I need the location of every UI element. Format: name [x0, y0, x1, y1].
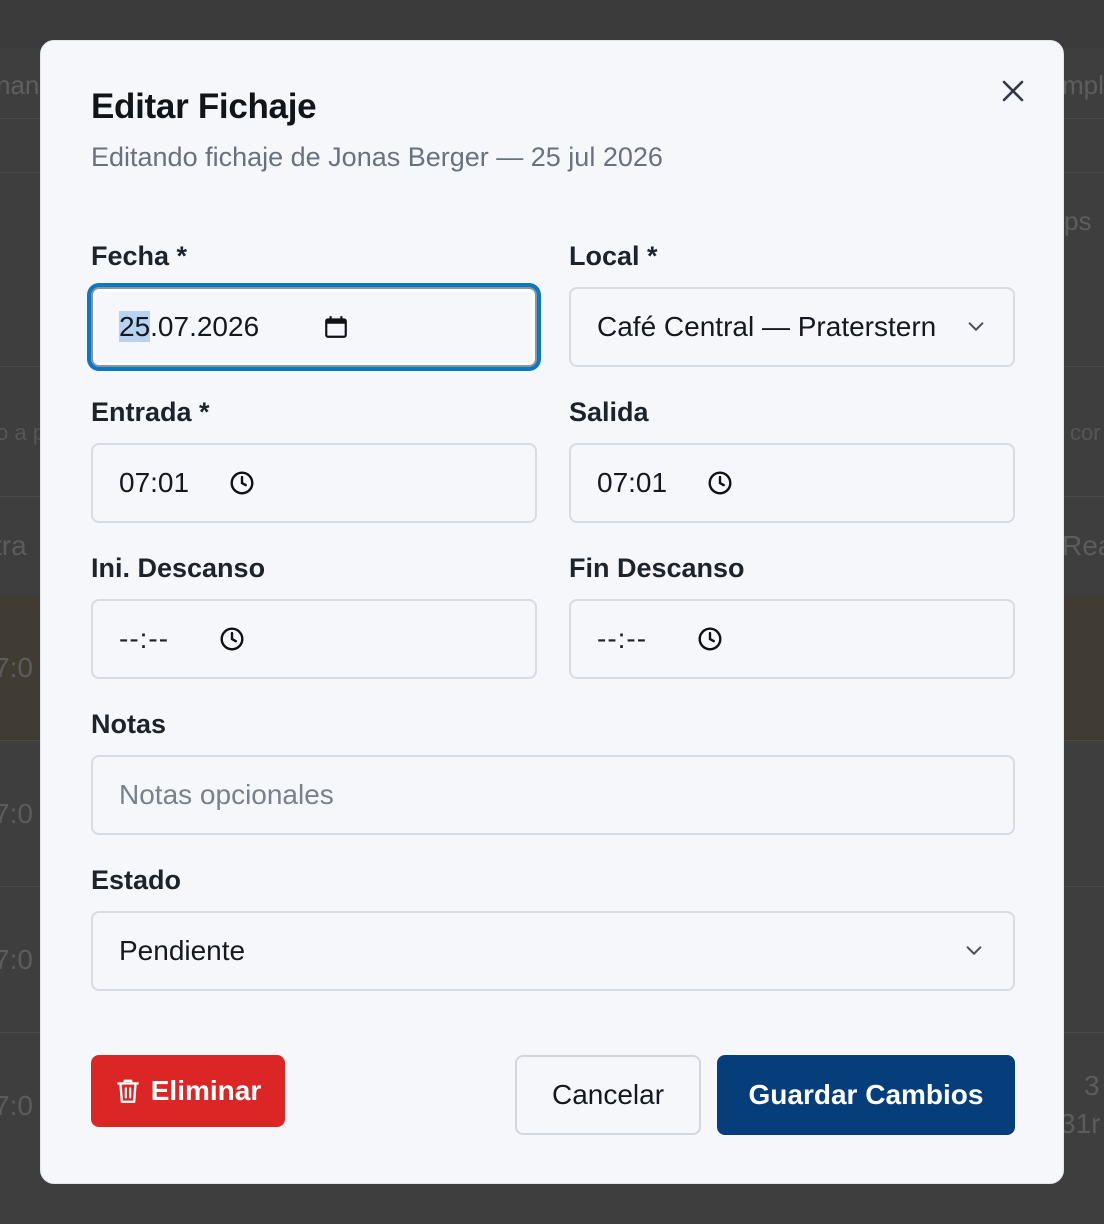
- fecha-day-segment[interactable]: 25: [119, 311, 151, 342]
- local-select[interactable]: Café Central — Praterstern: [569, 287, 1015, 367]
- clock-icon[interactable]: [697, 626, 723, 652]
- trash-icon: [115, 1077, 141, 1105]
- edit-entry-dialog: Editar Fichaje Editando fichaje de Jonas…: [40, 40, 1064, 1184]
- fecha-value: 25.07.2026: [119, 311, 259, 343]
- background-text: 7:0: [0, 944, 33, 975]
- clock-icon[interactable]: [707, 470, 733, 496]
- delete-button[interactable]: Eliminar: [91, 1055, 285, 1127]
- delete-button-label: Eliminar: [150, 1075, 262, 1106]
- background-text: 31r: [1060, 1108, 1101, 1139]
- local-selected-value: Café Central — Praterstern: [597, 311, 937, 342]
- calendar-icon[interactable]: [323, 314, 349, 340]
- salida-label: Salida: [569, 397, 649, 427]
- background-text: ps: [1064, 206, 1092, 236]
- save-changes-button[interactable]: Guardar Cambios: [717, 1055, 1015, 1135]
- fecha-rest-segment[interactable]: .07.2026: [150, 311, 259, 342]
- background-text: 7:0: [0, 652, 33, 683]
- save-button-label: Guardar Cambios: [748, 1079, 984, 1110]
- estado-select[interactable]: Pendiente: [91, 911, 1015, 991]
- ini-descanso-label: Ini. Descanso: [91, 553, 266, 583]
- close-button[interactable]: [999, 77, 1027, 105]
- fin-descanso-time-input[interactable]: --:--: [569, 599, 1015, 679]
- clock-icon[interactable]: [229, 470, 255, 496]
- background-text: tra: [0, 530, 27, 561]
- chevron-down-icon: [965, 316, 987, 338]
- cancel-button-label: Cancelar: [551, 1079, 665, 1110]
- notas-input[interactable]: Notas opcionales: [91, 755, 1015, 835]
- fin-descanso-label: Fin Descanso: [569, 553, 745, 583]
- fin-descanso-value: --:--: [597, 623, 648, 654]
- entrada-time-input[interactable]: 07:01: [91, 443, 537, 523]
- entrada-value: 07:01: [119, 467, 190, 498]
- background-text: cor: [1070, 420, 1101, 445]
- cancel-button[interactable]: Cancelar: [515, 1055, 701, 1135]
- background-text: 7:0: [0, 798, 33, 829]
- notas-label: Notas: [91, 709, 167, 739]
- dialog-subtitle: Editando fichaje de Jonas Berger — 25 ju…: [91, 142, 663, 172]
- ini-descanso-value: --:--: [119, 623, 170, 654]
- local-label: Local *: [569, 241, 658, 271]
- estado-label: Estado: [91, 865, 182, 895]
- entrada-label: Entrada *: [91, 397, 210, 427]
- background-text: 7:0: [0, 1090, 33, 1121]
- close-icon: [1002, 80, 1024, 102]
- clock-icon[interactable]: [219, 626, 245, 652]
- salida-time-input[interactable]: 07:01: [569, 443, 1015, 523]
- background-text: nan: [0, 70, 40, 100]
- background-text: mpl: [1062, 70, 1104, 100]
- salida-value: 07:01: [597, 467, 668, 498]
- chevron-down-icon: [963, 940, 985, 962]
- estado-selected-value: Pendiente: [119, 935, 246, 966]
- background-text: 3: [1084, 1070, 1100, 1101]
- notas-placeholder: Notas opcionales: [119, 779, 334, 810]
- fecha-label: Fecha *: [91, 241, 188, 271]
- background-text: o a p: [0, 420, 45, 445]
- fecha-date-input[interactable]: 25.07.2026: [91, 287, 537, 367]
- ini-descanso-time-input[interactable]: --:--: [91, 599, 537, 679]
- background-text: Rea: [1062, 530, 1104, 561]
- dialog-title: Editar Fichaje: [91, 87, 317, 126]
